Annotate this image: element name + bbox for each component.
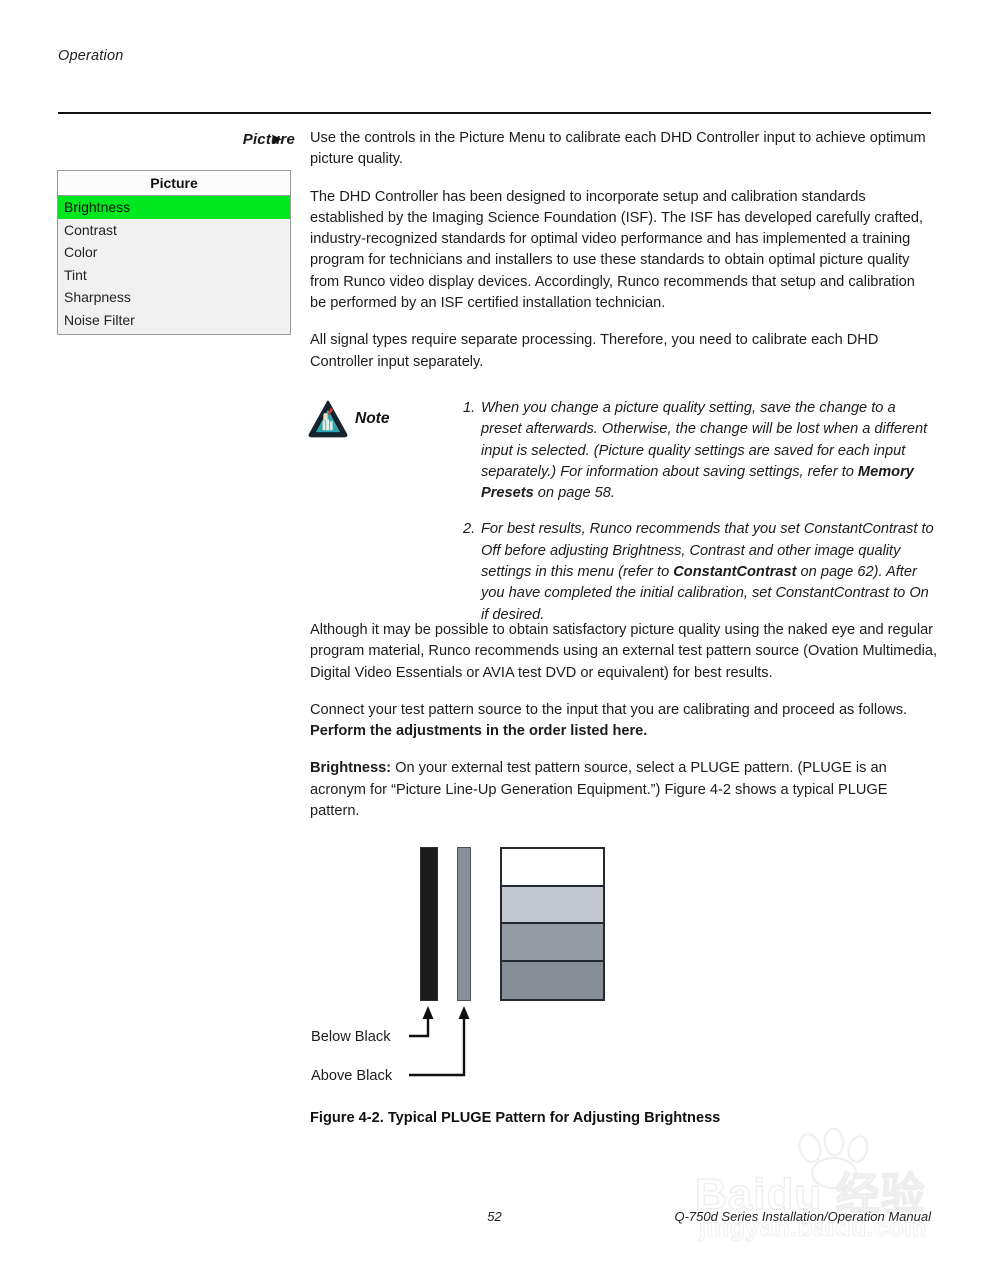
osd-menu-item-contrast[interactable]: Contrast [58,219,290,242]
lower-text-column: Although it may be possible to obtain sa… [310,620,938,838]
osd-picture-menu[interactable]: Picture Brightness Contrast Color Tint S… [57,170,291,335]
body-paragraph-4: Although it may be possible to obtain sa… [310,622,938,681]
pluge-gray-step-stack [500,847,605,1001]
pluge-below-black-bar [420,847,438,1001]
osd-menu-title: Picture [58,171,290,196]
running-header: Operation [58,48,124,64]
osd-menu-item-noise-filter[interactable]: Noise Filter [58,309,290,332]
header-rule [58,112,931,114]
osd-menu-item-sharpness[interactable]: Sharpness [58,286,290,309]
body-paragraph-3: All signal types require separate proces… [310,332,879,370]
pluge-band-light-gray [502,886,603,924]
note-item-1-text-after: on page 58. [533,485,615,502]
note-item-2-bold-ref: ConstantContrast [673,564,797,581]
body-paragraph-5-bold: Perform the adjustments in the order lis… [310,723,648,740]
note-label-group: Note [308,400,448,438]
pluge-band-white [502,849,603,887]
note-item-2: 2. For best results, Runco recommends tha… [463,519,938,625]
paw-print-icon [798,1128,869,1190]
pluge-callout-label-below-black: Below Black [311,1029,391,1045]
note-block: Note 1. When you change a picture quality… [308,398,938,641]
body-paragraph-5-text: Connect your test pattern source to the … [310,701,908,718]
body-paragraph-1: Use the controls in the Picture Menu to … [310,130,926,168]
body-text-column: Use the controls in the Picture Menu to … [310,128,935,389]
note-list: 1. When you change a picture quality sett… [463,398,938,626]
osd-menu-item-color[interactable]: Color [58,241,290,264]
body-paragraph-5: Connect your test pattern source to the … [310,700,938,743]
body-paragraph-2: The DHD Controller has been designed to … [310,188,924,312]
note-item-2-number: 2. [463,521,476,538]
figure-caption: Figure 4-2. Typical PLUGE Pattern for Ad… [310,1110,721,1126]
pluge-callout-label-above-black: Above Black [311,1068,393,1084]
note-triangle-hand-icon [308,400,348,438]
footer-manual-title: Q-750d Series Installation/Operation Man… [674,1209,931,1224]
pluge-above-black-bar [457,847,471,1001]
note-item-1-number: 1. [463,400,476,416]
osd-menu-item-list: Brightness Contrast Color Tint Sharpness… [58,196,290,334]
osd-menu-item-tint[interactable]: Tint [58,264,290,287]
baidu-watermark: Baidu 经验 jingyan.baidu.com [694,1128,945,1253]
body-paragraph-6-bold-lead: Brightness: [310,760,392,777]
note-item-1: 1. When you change a picture quality sett… [463,398,938,504]
arrow-right-icon: ➤ [270,131,283,148]
body-paragraph-6: Brightness: On your external test patter… [310,758,938,822]
pluge-band-dark-gray [502,961,603,999]
body-paragraph-6-text: On your external test pattern source, se… [310,760,888,820]
note-label: Note [355,410,390,427]
pluge-band-medium-gray [502,924,603,962]
osd-menu-item-brightness[interactable]: Brightness [58,196,290,219]
